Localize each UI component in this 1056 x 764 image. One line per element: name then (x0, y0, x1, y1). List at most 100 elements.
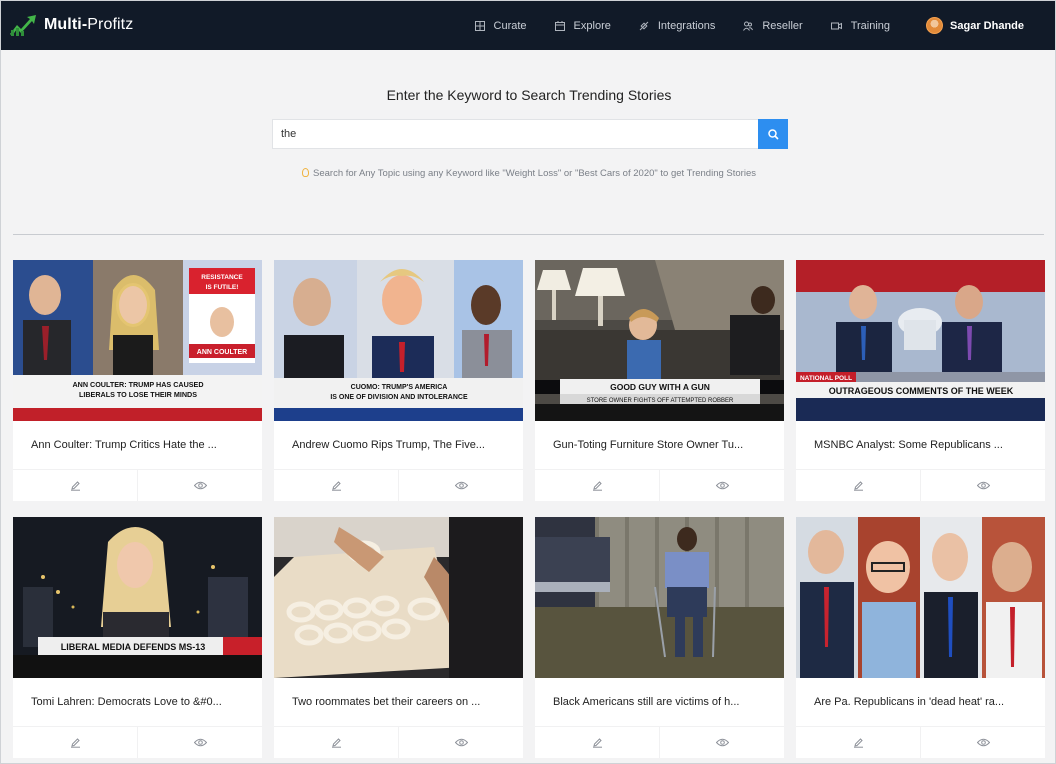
story-card[interactable]: CUOMO: TRUMP'S AMERICA IS ONE OF DIVISIO… (274, 260, 523, 501)
story-card[interactable]: NATIONAL POLL OUTRAGEOUS COMMENTS OF THE… (796, 260, 1045, 501)
eye-icon (715, 738, 729, 747)
view-button[interactable] (138, 727, 262, 758)
story-thumbnail[interactable]: ANN COULTER RESISTANCE IS FUTILE! ANN CO… (13, 260, 262, 421)
main-nav: Curate Explore Integrations Reseller Tra… (474, 1, 1055, 50)
svg-text:NATIONAL POLL: NATIONAL POLL (800, 375, 852, 382)
story-thumbnail[interactable] (274, 517, 523, 678)
story-title[interactable]: Gun-Toting Furniture Store Owner Tu... (535, 421, 784, 469)
svg-text:STORE OWNER FIGHTS OFF ATTEMPT: STORE OWNER FIGHTS OFF ATTEMPTED ROBBER (587, 398, 734, 404)
view-button[interactable] (399, 470, 523, 501)
svg-text:LIBERAL MEDIA DEFENDS MS-13: LIBERAL MEDIA DEFENDS MS-13 (61, 642, 206, 652)
story-actions (535, 469, 784, 501)
edit-button[interactable] (274, 727, 399, 758)
search-hint: Search for Any Topic using any Keyword l… (1, 168, 1055, 179)
user-menu[interactable]: Sagar Dhande (926, 17, 1024, 34)
svg-text:OUTRAGEOUS COMMENTS OF THE WEE: OUTRAGEOUS COMMENTS OF THE WEEK (829, 386, 1014, 396)
app-logo[interactable]: Multi-Profitz (8, 12, 133, 38)
story-title[interactable]: Andrew Cuomo Rips Trump, The Five... (274, 421, 523, 469)
search-icon (767, 128, 779, 140)
edit-button[interactable] (535, 470, 660, 501)
pencil-icon (853, 738, 863, 748)
story-thumbnail[interactable]: GOOD GUY WITH A GUN STORE OWNER FIGHTS O… (535, 260, 784, 421)
svg-text:LIBERALS TO LOSE THEIR MINDS: LIBERALS TO LOSE THEIR MINDS (79, 390, 197, 399)
pencil-icon (331, 481, 341, 491)
view-button[interactable] (921, 727, 1045, 758)
logo-text: Multi-Profitz (44, 16, 134, 33)
search-box (272, 119, 788, 149)
nav-integrations-label: Integrations (657, 19, 716, 32)
nav-explore[interactable]: Explore (554, 19, 611, 32)
pencil-icon (70, 738, 80, 748)
story-thumbnail[interactable]: LIBERAL MEDIA DEFENDS MS-13 (13, 517, 262, 678)
pencil-icon (592, 738, 602, 748)
eye-icon (454, 481, 468, 490)
story-thumbnail[interactable]: NATIONAL POLL OUTRAGEOUS COMMENTS OF THE… (796, 260, 1045, 421)
story-title[interactable]: Two roommates bet their careers on ... (274, 678, 523, 726)
edit-button[interactable] (13, 727, 138, 758)
nav-training[interactable]: Training (830, 19, 891, 32)
nav-integrations[interactable]: Integrations (639, 20, 715, 32)
edit-button[interactable] (796, 727, 921, 758)
story-title[interactable]: MSNBC Analyst: Some Republicans ... (796, 421, 1045, 469)
story-card[interactable]: Are Pa. Republicans in 'dead heat' ra... (796, 517, 1045, 758)
app-frame: Multi-Profitz Curate Explore Integration… (0, 0, 1056, 764)
edit-button[interactable] (796, 470, 921, 501)
svg-text:ANN COULTER: TRUMP HAS CAUSED: ANN COULTER: TRUMP HAS CAUSED (72, 380, 203, 389)
pencil-icon (853, 481, 863, 491)
story-actions (535, 726, 784, 758)
nav-reseller[interactable]: Reseller (743, 19, 803, 32)
user-name: Sagar Dhande (950, 19, 1024, 32)
edit-button[interactable] (13, 470, 138, 501)
story-card[interactable]: GOOD GUY WITH A GUN STORE OWNER FIGHTS O… (535, 260, 784, 501)
pencil-icon (331, 738, 341, 748)
view-button[interactable] (399, 727, 523, 758)
story-actions (13, 469, 262, 501)
svg-text:IS FUTILE!: IS FUTILE! (206, 284, 239, 291)
nav-training-label: Training (850, 19, 891, 32)
pencil-icon (592, 481, 602, 491)
eye-icon (193, 481, 207, 490)
view-button[interactable] (921, 470, 1045, 501)
nav-curate[interactable]: Curate (474, 19, 527, 32)
lightbulb-icon (302, 168, 309, 177)
nav-explore-label: Explore (573, 19, 611, 32)
search-button[interactable] (758, 119, 788, 149)
story-thumbnail[interactable] (535, 517, 784, 678)
calendar-icon (554, 20, 565, 31)
story-card[interactable]: Black Americans still are victims of h..… (535, 517, 784, 758)
story-card[interactable]: LIBERAL MEDIA DEFENDS MS-13 Tomi Lahren:… (13, 517, 262, 758)
view-button[interactable] (138, 470, 262, 501)
story-title[interactable]: Ann Coulter: Trump Critics Hate the ... (13, 421, 262, 469)
story-card[interactable]: Two roommates bet their careers on ... (274, 517, 523, 758)
story-actions (274, 469, 523, 501)
nav-reseller-label: Reseller (762, 19, 803, 32)
avatar (926, 17, 944, 34)
grid-icon (474, 20, 485, 31)
story-thumbnail[interactable]: CUOMO: TRUMP'S AMERICA IS ONE OF DIVISIO… (274, 260, 523, 421)
story-title[interactable]: Are Pa. Republicans in 'dead heat' ra... (796, 678, 1045, 726)
story-actions (796, 469, 1045, 501)
view-button[interactable] (660, 470, 784, 501)
story-actions (13, 726, 262, 758)
eye-icon (976, 481, 990, 490)
eye-icon (454, 738, 468, 747)
edit-button[interactable] (535, 727, 660, 758)
story-title[interactable]: Tomi Lahren: Democrats Love to &#0... (13, 678, 262, 726)
story-actions (274, 726, 523, 758)
pencil-icon (70, 481, 80, 491)
search-title: Enter the Keyword to Search Trending Sto… (386, 87, 672, 103)
plug-icon (639, 21, 649, 30)
svg-text:IS ONE OF DIVISION AND INTOLER: IS ONE OF DIVISION AND INTOLERANCE (330, 394, 468, 401)
view-button[interactable] (660, 727, 784, 758)
search-input[interactable] (272, 119, 758, 149)
edit-button[interactable] (274, 470, 399, 501)
nav-curate-label: Curate (493, 19, 527, 32)
story-thumbnail[interactable] (796, 517, 1045, 678)
story-card[interactable]: ANN COULTER RESISTANCE IS FUTILE! ANN CO… (13, 260, 262, 501)
divider (13, 234, 1044, 235)
eye-icon (193, 738, 207, 747)
story-title[interactable]: Black Americans still are victims of h..… (535, 678, 784, 726)
svg-text:GOOD GUY WITH A GUN: GOOD GUY WITH A GUN (610, 382, 710, 392)
story-actions (796, 726, 1045, 758)
svg-text:RESISTANCE: RESISTANCE (201, 274, 243, 281)
